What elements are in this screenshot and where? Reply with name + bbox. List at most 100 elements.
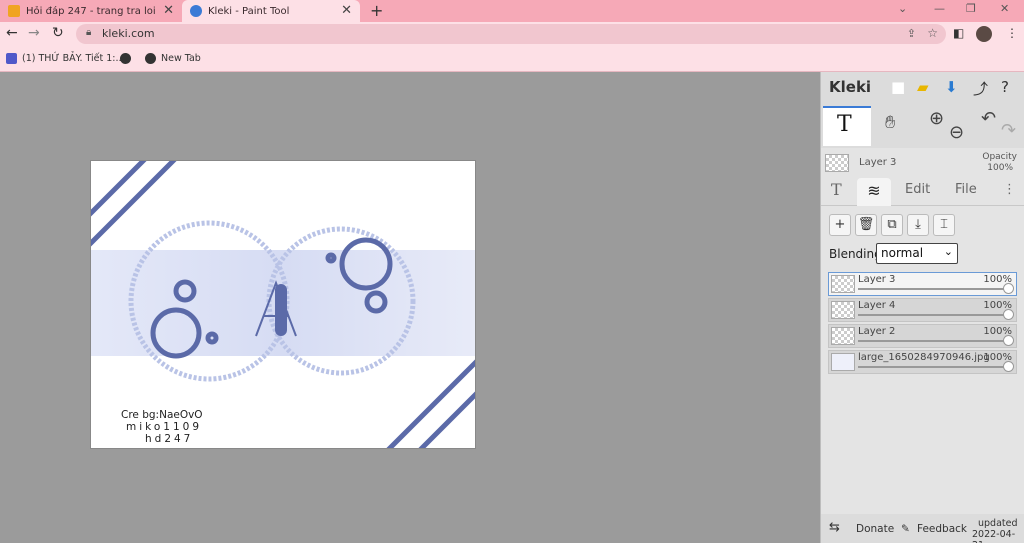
- credit-line: miko1109: [126, 421, 202, 433]
- restore-icon[interactable]: ❐: [966, 2, 976, 15]
- hand-tool-icon[interactable]: ✋︎: [885, 112, 895, 133]
- blending-select[interactable]: normal ⌄: [876, 243, 958, 264]
- layer-name: large_1650284970946.jpg: [858, 352, 990, 363]
- layer-thumbnail: [825, 154, 849, 172]
- panel-tabs: T ≋ Edit File ⋮: [821, 178, 1024, 206]
- delete-layer-button[interactable]: 🗑︎: [855, 214, 877, 236]
- opacity-slider[interactable]: [858, 340, 1008, 342]
- new-image-icon[interactable]: ■: [891, 78, 905, 96]
- merge-layer-button[interactable]: ⤓: [907, 214, 929, 236]
- forward-icon[interactable]: →: [28, 25, 40, 41]
- current-layer-name: Layer 3: [859, 157, 897, 168]
- help-icon[interactable]: ?: [1001, 78, 1009, 96]
- drawing-canvas[interactable]: Cre bg:NaeOvO miko1109 hd247: [90, 160, 476, 449]
- panel-footer: ⇆ Donate ✎ Feedback updated 2022-04-21: [821, 514, 1024, 543]
- opacity-label: Opacity: [982, 152, 1017, 162]
- bookmark-item[interactable]: (1) THỨ BẢY. Tiết 1:...: [6, 53, 125, 64]
- bookmarks-bar: (1) THỨ BẢY. Tiết 1:... New Tab: [0, 46, 1024, 72]
- layer-row[interactable]: Layer 4 100%: [828, 298, 1017, 322]
- text-tool-icon[interactable]: T: [823, 106, 871, 146]
- bookmark-item[interactable]: [120, 53, 136, 64]
- credit-text: Cre bg:NaeOvO miko1109 hd247: [121, 409, 203, 445]
- layer-row[interactable]: Layer 3 100%: [828, 272, 1017, 296]
- plus-icon[interactable]: +: [370, 1, 383, 20]
- tab-title: Kleki - Paint Tool: [208, 5, 290, 17]
- close-tab-icon[interactable]: ✕: [163, 4, 174, 17]
- opacity-slider[interactable]: [858, 314, 1008, 316]
- tab-text-tool[interactable]: T: [831, 180, 842, 199]
- swap-panel-icon[interactable]: ⇆: [829, 520, 840, 535]
- reload-icon[interactable]: ↻: [52, 25, 64, 41]
- bookmark-label: (1) THỨ BẢY. Tiết 1:...: [22, 53, 125, 64]
- layer-thumbnail: [831, 327, 855, 345]
- layer-thumbnail: [831, 275, 855, 293]
- address-bar[interactable]: 🔒︎ kleki.com ⇪ ☆: [76, 24, 946, 44]
- rename-layer-button[interactable]: ⌶: [933, 214, 955, 236]
- minimize-icon[interactable]: —: [934, 2, 945, 15]
- feedback-icon[interactable]: ✎: [901, 523, 910, 535]
- profile-avatar[interactable]: [976, 26, 992, 42]
- share-icon[interactable]: ⇪: [907, 27, 916, 40]
- layer-thumbnail: [831, 301, 855, 319]
- undo-icon[interactable]: ↶: [981, 108, 996, 129]
- open-folder-icon[interactable]: ▰: [917, 78, 929, 96]
- opacity-slider[interactable]: [858, 288, 1008, 290]
- kleki-favicon-icon: [190, 5, 202, 17]
- opacity-slider-knob[interactable]: [1003, 309, 1014, 320]
- zoom-out-icon[interactable]: ⊖: [949, 122, 964, 143]
- blending-value: normal: [881, 246, 924, 260]
- browser-toolbar: ← → ↻ 🔒︎ kleki.com ⇪ ☆ ◧ ⋮: [0, 22, 1024, 46]
- layer-thumbnail: [831, 353, 855, 371]
- browser-tab-bar: Hỏi đáp 247 - trang tra loi ✕ Kleki - Pa…: [0, 0, 1024, 22]
- artwork: [91, 161, 475, 448]
- donate-link[interactable]: Donate: [856, 523, 894, 535]
- download-icon[interactable]: ⬇: [945, 78, 958, 96]
- layer-row[interactable]: large_1650284970946.jpg 100%: [828, 350, 1017, 374]
- tab-hoidap[interactable]: Hỏi đáp 247 - trang tra loi ✕: [0, 0, 182, 22]
- tab-title: Hỏi đáp 247 - trang tra loi: [26, 5, 156, 17]
- side-panel-icon[interactable]: ◧: [953, 26, 964, 40]
- globe-icon: [120, 53, 131, 64]
- feedback-link[interactable]: Feedback: [917, 523, 967, 535]
- tab-kleki[interactable]: Kleki - Paint Tool ✕: [182, 0, 360, 22]
- blending-label: Blending: [829, 247, 882, 261]
- layer-name: Layer 4: [858, 300, 896, 311]
- layer-name: Layer 2: [858, 326, 896, 337]
- bookmark-star-icon[interactable]: ☆: [927, 26, 938, 40]
- duplicate-layer-button[interactable]: ⧉: [881, 214, 903, 236]
- kleki-logo[interactable]: Kleki: [829, 78, 871, 96]
- share-icon[interactable]: ⤴: [973, 78, 988, 99]
- close-tab-icon[interactable]: ✕: [341, 4, 352, 17]
- bookmark-item[interactable]: New Tab: [145, 53, 201, 64]
- url-text: kleki.com: [102, 27, 155, 40]
- kleki-logo-text: Kleki: [829, 78, 872, 96]
- tab-edit[interactable]: Edit: [905, 182, 930, 197]
- opacity-slider-knob[interactable]: [1003, 283, 1014, 294]
- credit-line: Cre bg:NaeOvO: [121, 409, 203, 421]
- layer-row[interactable]: Layer 2 100%: [828, 324, 1017, 348]
- opacity-value: 100%: [987, 163, 1013, 173]
- layers-icon[interactable]: ≋: [857, 178, 891, 206]
- layer-name: Layer 3: [858, 274, 896, 285]
- zoom-in-icon[interactable]: ⊕: [929, 108, 944, 129]
- kleki-top-bar: Kleki ■ ▰ ⬇ ⤴ ?: [821, 72, 1024, 104]
- kleki-side-panel: Kleki ■ ▰ ⬇ ⤴ ? T ✋︎ ⊕ ⊖ ↶ ↷ Layer 3 Opa…: [820, 72, 1024, 543]
- opacity-slider-knob[interactable]: [1003, 361, 1014, 372]
- chevron-down-icon: ⌄: [943, 245, 953, 258]
- updated-date: 2022-04-21: [972, 529, 1016, 543]
- add-layer-button[interactable]: +: [829, 214, 851, 236]
- bookmark-label: New Tab: [161, 53, 201, 64]
- redo-icon[interactable]: ↷: [1001, 120, 1016, 141]
- opacity-slider-knob[interactable]: [1003, 335, 1014, 346]
- hoidap-favicon-icon: [8, 5, 20, 17]
- more-icon[interactable]: ⋮: [1003, 182, 1016, 197]
- tab-file[interactable]: File: [955, 182, 977, 197]
- teams-icon: [6, 53, 17, 64]
- back-icon[interactable]: ←: [6, 25, 18, 41]
- tab-search-chevron-icon[interactable]: ⌄: [898, 2, 907, 15]
- current-layer-strip: Layer 3 Opacity 100%: [821, 150, 1024, 178]
- close-window-icon[interactable]: ✕: [1000, 2, 1009, 15]
- menu-icon[interactable]: ⋮: [1006, 26, 1018, 40]
- opacity-slider[interactable]: [858, 366, 1008, 368]
- lock-icon[interactable]: 🔒︎: [86, 27, 91, 38]
